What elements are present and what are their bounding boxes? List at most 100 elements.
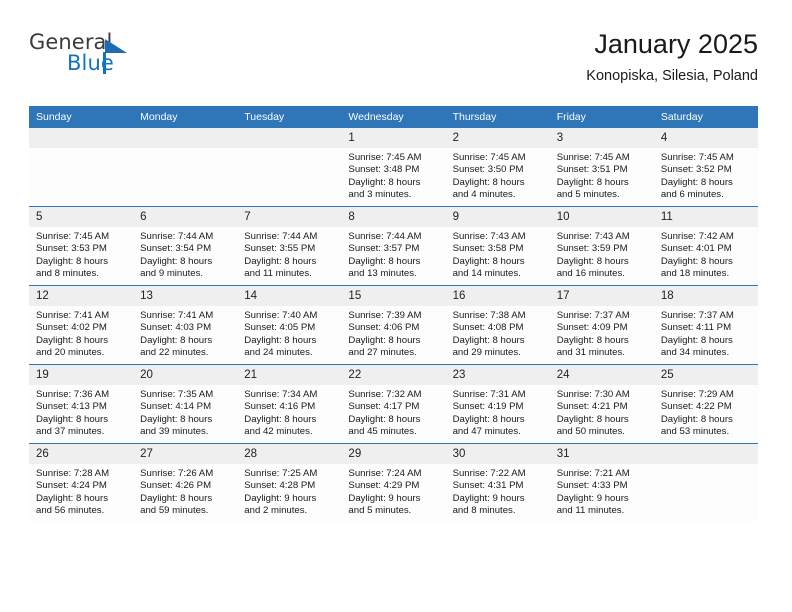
day-number: 21 (237, 365, 342, 385)
sunset-time: Sunset: 3:58 PM (452, 243, 524, 255)
sunrise-time: Sunrise: 7:44 AM (244, 231, 318, 242)
day-number: 10 (549, 207, 654, 227)
calendar-page: General Blue January 2025 Konopiska, Sil… (0, 0, 792, 612)
daylight-duration-line1: Daylight: 8 hours (348, 255, 421, 267)
calendar-cell-day[interactable]: 5 Sunrise: 7:45 AM Sunset: 3:53 PM Daylight… (29, 206, 134, 286)
sunset-time: Sunset: 4:06 PM (348, 322, 420, 334)
daylight-duration-line2: and 3 minutes. (348, 189, 412, 201)
sunset-time: Sunset: 4:11 PM (660, 322, 732, 334)
calendar-cell-day[interactable]: 2 Sunrise: 7:45 AM Sunset: 3:50 PM Daylight… (445, 128, 550, 207)
sunset-time: Sunset: 4:01 PM (660, 243, 732, 255)
calendar-cell-day[interactable]: 24 Sunrise: 7:30 AM Sunset: 4:21 PM Dayligh… (549, 364, 654, 444)
sunset-time: Sunset: 3:48 PM (348, 164, 420, 176)
day-number: 19 (29, 365, 134, 385)
daylight-duration-line1: Daylight: 8 hours (556, 176, 629, 188)
calendar-cell-day[interactable]: 10 Sunrise: 7:43 AM Sunset: 3:59 PM Dayligh… (549, 206, 654, 286)
daylight-duration-line1: Daylight: 9 hours (244, 492, 317, 504)
calendar-cell-day[interactable]: 28 Sunrise: 7:25 AM Sunset: 4:28 PM Dayligh… (237, 443, 342, 522)
calendar-cell-day[interactable]: 9 Sunrise: 7:43 AM Sunset: 3:58 PM Daylight… (445, 206, 550, 286)
calendar-cell-empty (133, 128, 238, 207)
sunrise-time: Sunrise: 7:30 AM (556, 389, 630, 400)
daylight-duration-line2: and 5 minutes. (348, 505, 412, 517)
calendar-cell-day[interactable]: 4 Sunrise: 7:45 AM Sunset: 3:52 PM Daylight… (653, 128, 758, 207)
sunrise-time: Sunrise: 7:43 AM (452, 231, 526, 242)
sunrise-time: Sunrise: 7:36 AM (36, 389, 110, 400)
calendar-header-row: Sunday Monday Tuesday Wednesday Thursday Frid… (29, 106, 758, 128)
calendar-cell-day[interactable]: 7 Sunrise: 7:44 AM Sunset: 3:55 PM Daylight… (237, 206, 342, 286)
calendar-cell-day[interactable]: 14 Sunrise: 7:40 AM Sunset: 4:05 PM Dayligh… (237, 285, 342, 365)
weekday-header-saturday: Saturday (653, 106, 758, 128)
page-subtitle: Konopiska, Silesia, Poland (586, 68, 758, 84)
daylight-duration-line2: and 53 minutes. (660, 426, 730, 438)
sunrise-time: Sunrise: 7:22 AM (452, 468, 526, 479)
calendar-cell-day[interactable]: 16 Sunrise: 7:38 AM Sunset: 4:08 PM Dayligh… (445, 285, 550, 365)
day-details: Sunrise: 7:42 AM Sunset: 4:01 PM Daylight:… (654, 227, 758, 281)
general-blue-logo[interactable]: General Blue (29, 30, 209, 86)
calendar-cell-day[interactable]: 1 Sunrise: 7:45 AM Sunset: 3:48 PM Daylight… (341, 128, 446, 207)
daylight-duration-line2: and 47 minutes. (452, 426, 521, 438)
calendar-cell-day[interactable]: 31 Sunrise: 7:21 AM Sunset: 4:33 PM Dayligh… (549, 443, 654, 522)
daylight-duration-line1: Daylight: 8 hours (452, 255, 525, 267)
daylight-duration-line2: and 24 minutes. (244, 347, 313, 359)
sunrise-time: Sunrise: 7:26 AM (140, 468, 214, 479)
day-details: Sunrise: 7:35 AM Sunset: 4:14 PM Daylight:… (133, 385, 237, 439)
day-number: 14 (237, 286, 342, 306)
calendar-cell-day[interactable]: 6 Sunrise: 7:44 AM Sunset: 3:54 PM Daylight… (133, 206, 238, 286)
daylight-duration-line2: and 29 minutes. (452, 347, 521, 359)
calendar-cell-day[interactable]: 12 Sunrise: 7:41 AM Sunset: 4:02 PM Dayligh… (29, 285, 134, 365)
daylight-duration-line1: Daylight: 8 hours (36, 413, 108, 425)
day-number: 20 (133, 365, 238, 385)
daylight-duration-line1: Daylight: 8 hours (140, 413, 213, 425)
day-number (237, 128, 342, 148)
calendar-cell-day[interactable]: 22 Sunrise: 7:32 AM Sunset: 4:17 PM Dayligh… (341, 364, 446, 444)
sunset-time: Sunset: 4:24 PM (36, 480, 107, 492)
calendar-cell-day[interactable]: 19 Sunrise: 7:36 AM Sunset: 4:13 PM Dayligh… (29, 364, 134, 444)
daylight-duration-line1: Daylight: 8 hours (660, 413, 733, 425)
sunrise-time: Sunrise: 7:41 AM (36, 310, 110, 321)
daylight-duration-line2: and 56 minutes. (36, 505, 105, 517)
day-number: 29 (341, 444, 446, 464)
calendar-cell-day[interactable]: 26 Sunrise: 7:28 AM Sunset: 4:24 PM Dayligh… (29, 443, 134, 522)
calendar-cell-day[interactable]: 18 Sunrise: 7:37 AM Sunset: 4:11 PM Dayligh… (653, 285, 758, 365)
calendar-cell-day[interactable]: 27 Sunrise: 7:26 AM Sunset: 4:26 PM Dayligh… (133, 443, 238, 522)
calendar-cell-day[interactable]: 17 Sunrise: 7:37 AM Sunset: 4:09 PM Dayligh… (549, 285, 654, 365)
calendar-week-row: 5 Sunrise: 7:45 AM Sunset: 3:53 PM Daylight… (29, 206, 758, 286)
day-number (653, 444, 758, 464)
sunrise-time: Sunrise: 7:29 AM (660, 389, 734, 400)
sunrise-time: Sunrise: 7:43 AM (556, 231, 630, 242)
daylight-duration-line2: and 18 minutes. (660, 268, 730, 280)
day-number: 7 (237, 207, 342, 227)
daylight-duration-line2: and 42 minutes. (244, 426, 313, 438)
daylight-duration-line2: and 14 minutes. (452, 268, 521, 280)
day-details: Sunrise: 7:36 AM Sunset: 4:13 PM Daylight:… (29, 385, 133, 439)
calendar-cell-day[interactable]: 25 Sunrise: 7:29 AM Sunset: 4:22 PM Dayligh… (653, 364, 758, 444)
sunrise-time: Sunrise: 7:24 AM (348, 468, 422, 479)
daylight-duration-line1: Daylight: 8 hours (140, 334, 213, 346)
calendar-cell-day[interactable]: 13 Sunrise: 7:41 AM Sunset: 4:03 PM Dayligh… (133, 285, 238, 365)
calendar-cell-day[interactable]: 21 Sunrise: 7:34 AM Sunset: 4:16 PM Dayligh… (237, 364, 342, 444)
calendar-cell-day[interactable]: 11 Sunrise: 7:42 AM Sunset: 4:01 PM Dayligh… (653, 206, 758, 286)
daylight-duration-line2: and 9 minutes. (140, 268, 204, 280)
daylight-duration-line1: Daylight: 8 hours (348, 176, 421, 188)
sunset-time: Sunset: 3:54 PM (140, 243, 212, 255)
day-details: Sunrise: 7:45 AM Sunset: 3:51 PM Daylight:… (550, 148, 654, 202)
sunrise-time: Sunrise: 7:42 AM (660, 231, 734, 242)
calendar-cell-day[interactable]: 20 Sunrise: 7:35 AM Sunset: 4:14 PM Dayligh… (133, 364, 238, 444)
day-number: 15 (341, 286, 446, 306)
sunrise-time: Sunrise: 7:41 AM (140, 310, 214, 321)
sunset-time: Sunset: 3:53 PM (36, 243, 107, 255)
daylight-duration-line2: and 50 minutes. (556, 426, 625, 438)
calendar-cell-day[interactable]: 8 Sunrise: 7:44 AM Sunset: 3:57 PM Daylight… (341, 206, 446, 286)
day-number: 3 (549, 128, 654, 148)
calendar-cell-day[interactable]: 30 Sunrise: 7:22 AM Sunset: 4:31 PM Dayligh… (445, 443, 550, 522)
calendar-cell-day[interactable]: 3 Sunrise: 7:45 AM Sunset: 3:51 PM Daylight… (549, 128, 654, 207)
day-details: Sunrise: 7:40 AM Sunset: 4:05 PM Daylight:… (237, 306, 341, 360)
day-details: Sunrise: 7:39 AM Sunset: 4:06 PM Daylight:… (341, 306, 445, 360)
calendar-cell-day[interactable]: 29 Sunrise: 7:24 AM Sunset: 4:29 PM Dayligh… (341, 443, 446, 522)
day-number: 12 (29, 286, 134, 306)
calendar-cell-day[interactable]: 23 Sunrise: 7:31 AM Sunset: 4:19 PM Dayligh… (445, 364, 550, 444)
daylight-duration-line2: and 2 minutes. (244, 505, 308, 517)
daylight-duration-line1: Daylight: 8 hours (452, 176, 525, 188)
daylight-duration-line2: and 34 minutes. (660, 347, 730, 359)
calendar-cell-day[interactable]: 15 Sunrise: 7:39 AM Sunset: 4:06 PM Dayligh… (341, 285, 446, 365)
